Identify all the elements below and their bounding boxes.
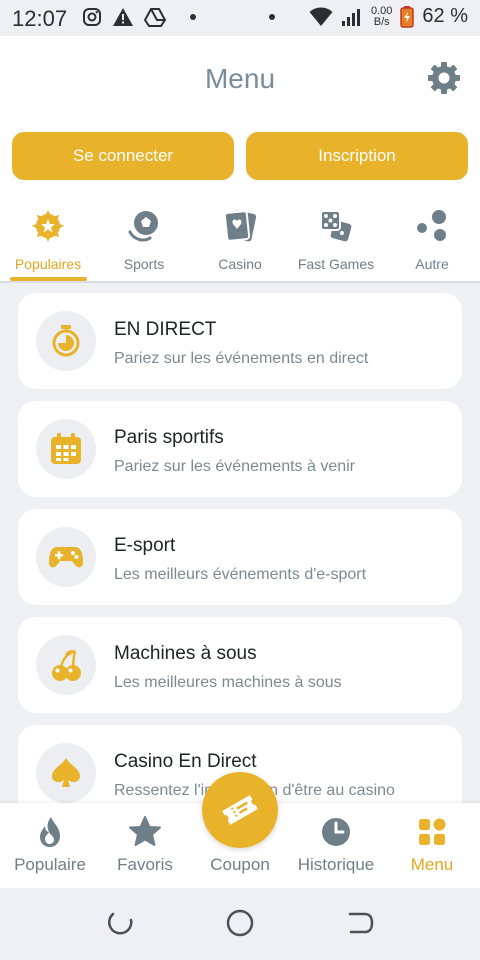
signal-icon: [341, 8, 360, 26]
nav-label: Favoris: [117, 855, 173, 874]
cherries-icon: [52, 649, 81, 681]
grid-icon: [419, 818, 446, 845]
battery-percent: 62 %: [422, 5, 468, 27]
list-item-slots[interactable]: Machines à sous Les meilleures machines …: [18, 617, 462, 713]
home-button[interactable]: [225, 908, 255, 938]
tab-fast-games[interactable]: Fast Games: [288, 206, 384, 282]
gear-icon[interactable]: [426, 60, 462, 96]
item-subtitle: Les meilleures machines à sous: [114, 674, 342, 691]
clock-icon: [322, 818, 350, 846]
item-subtitle: Les meilleurs événements d'e-sport: [114, 566, 367, 583]
circles-icon: [417, 210, 446, 241]
wifi-icon: [309, 7, 333, 26]
login-button[interactable]: Se connecter: [12, 132, 234, 180]
instagram-icon: [83, 8, 101, 26]
page-title: Menu: [204, 63, 276, 94]
tab-label: Fast Games: [297, 256, 375, 272]
tab-populaires[interactable]: Populaires: [0, 206, 96, 282]
nav-historique[interactable]: Historique: [288, 803, 384, 888]
category-tabs: Populaires Sports Casino Fast Games Autr…: [0, 206, 480, 282]
nav-label: Coupon: [210, 855, 270, 874]
network-speed: 0.00 B/s: [370, 4, 393, 28]
nav-label: Historique: [297, 855, 375, 874]
nav-menu[interactable]: Menu: [384, 803, 480, 888]
flame-icon: [40, 817, 60, 847]
menu-list: EN DIRECT Pariez sur les événements en d…: [0, 283, 480, 803]
battery-icon: [400, 5, 415, 28]
item-subtitle: Pariez sur les événements en direct: [114, 350, 369, 367]
star-badge-icon: [32, 210, 64, 242]
tab-label: Autre: [415, 256, 449, 272]
header: Menu Se connecter Inscription Populaires…: [0, 36, 480, 282]
nav-populaire[interactable]: Populaire: [2, 803, 98, 888]
calendar-icon: [51, 433, 81, 464]
stopwatch-icon: [52, 325, 80, 357]
dot-icon: [190, 14, 196, 20]
alert-icon: [113, 8, 133, 26]
item-subtitle: Pariez sur les événements à venir: [114, 458, 355, 475]
status-bar: 12:07 0.00 B/s 62 %: [0, 0, 480, 36]
item-title: E-sport: [114, 535, 176, 556]
recents-button[interactable]: [105, 908, 135, 938]
cards-icon: [223, 210, 257, 242]
tab-autre[interactable]: Autre: [384, 206, 480, 282]
coupon-button[interactable]: [202, 772, 278, 848]
gamepad-icon: [49, 547, 83, 568]
nav-label: Menu: [410, 855, 454, 874]
spade-icon: [52, 758, 80, 787]
nav-favoris[interactable]: Favoris: [97, 803, 193, 888]
item-title: Machines à sous: [114, 643, 257, 664]
tab-label: Populaires: [14, 256, 82, 272]
list-item-sports-betting[interactable]: Paris sportifs Pariez sur les événements…: [18, 401, 462, 497]
item-title: EN DIRECT: [114, 319, 217, 340]
list-item-live[interactable]: EN DIRECT Pariez sur les événements en d…: [18, 293, 462, 389]
ticket-icon: [222, 795, 258, 825]
back-button[interactable]: [345, 908, 375, 938]
drive-icon: [144, 8, 166, 27]
tab-label: Sports: [123, 256, 165, 272]
signup-button[interactable]: Inscription: [246, 132, 468, 180]
star-icon: [129, 816, 161, 846]
status-time: 12:07: [12, 6, 68, 31]
item-title: Casino En Direct: [114, 751, 257, 772]
dot-icon: [268, 13, 275, 20]
item-title: Paris sportifs: [114, 427, 224, 448]
system-navigation: [0, 888, 480, 960]
list-item-esport[interactable]: E-sport Les meilleurs événements d'e-spo…: [18, 509, 462, 605]
tab-sports[interactable]: Sports: [96, 206, 192, 282]
dice-icon: [320, 210, 352, 242]
sports-ball-icon: [128, 211, 158, 242]
tab-label: Casino: [218, 256, 262, 272]
tab-casino[interactable]: Casino: [192, 206, 288, 282]
nav-label: Populaire: [14, 855, 86, 874]
